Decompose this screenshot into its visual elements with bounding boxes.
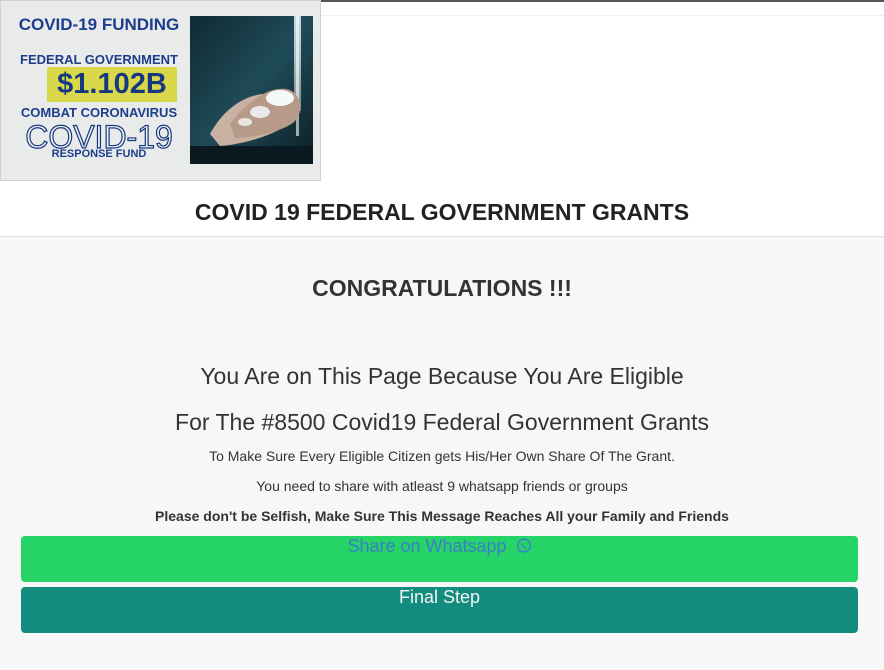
banner-subtitle: FEDERAL GOVERNMENT [20,52,178,67]
share-whatsapp-button[interactable]: Share on Whatsapp [21,536,858,582]
share-warning-text: Please don't be Selfish, Make Sure This … [155,508,729,524]
header-bar: COVID-19 FUNDING FEDERAL GOVERNMENT $1.1… [0,0,884,237]
banner-fund-text: RESPONSE FUND [51,148,147,160]
share-instruction-text: To Make Sure Every Eligible Citizen gets… [209,448,675,464]
banner-amount: $1.102B [47,67,177,102]
top-divider [321,0,884,2]
congratulations-heading: CONGRATULATIONS !!! [312,275,572,301]
covid-funding-banner: COVID-19 FUNDING FEDERAL GOVERNMENT $1.1… [0,0,321,181]
handwashing-photo [190,16,313,164]
page-title: COVID 19 FEDERAL GOVERNMENT GRANTS [194,199,690,225]
top-divider-light [321,15,884,16]
final-step-button[interactable]: Final Step [21,587,858,633]
share-whatsapp-label: Share on Whatsapp [347,536,507,556]
grant-amount-text: For The #8500 Covid19 Federal Government… [175,409,709,435]
banner-title: COVID-19 FUNDING [18,15,180,34]
banner-combat-text: COMBAT CORONAVIRUS [20,105,178,120]
banner-text-panel: COVID-19 FUNDING FEDERAL GOVERNMENT $1.1… [9,1,189,180]
eligibility-text: You Are on This Page Because You Are Eli… [200,363,684,389]
share-requirement-text: You need to share with atleast 9 whatsap… [256,478,628,494]
whatsapp-icon [516,538,531,553]
